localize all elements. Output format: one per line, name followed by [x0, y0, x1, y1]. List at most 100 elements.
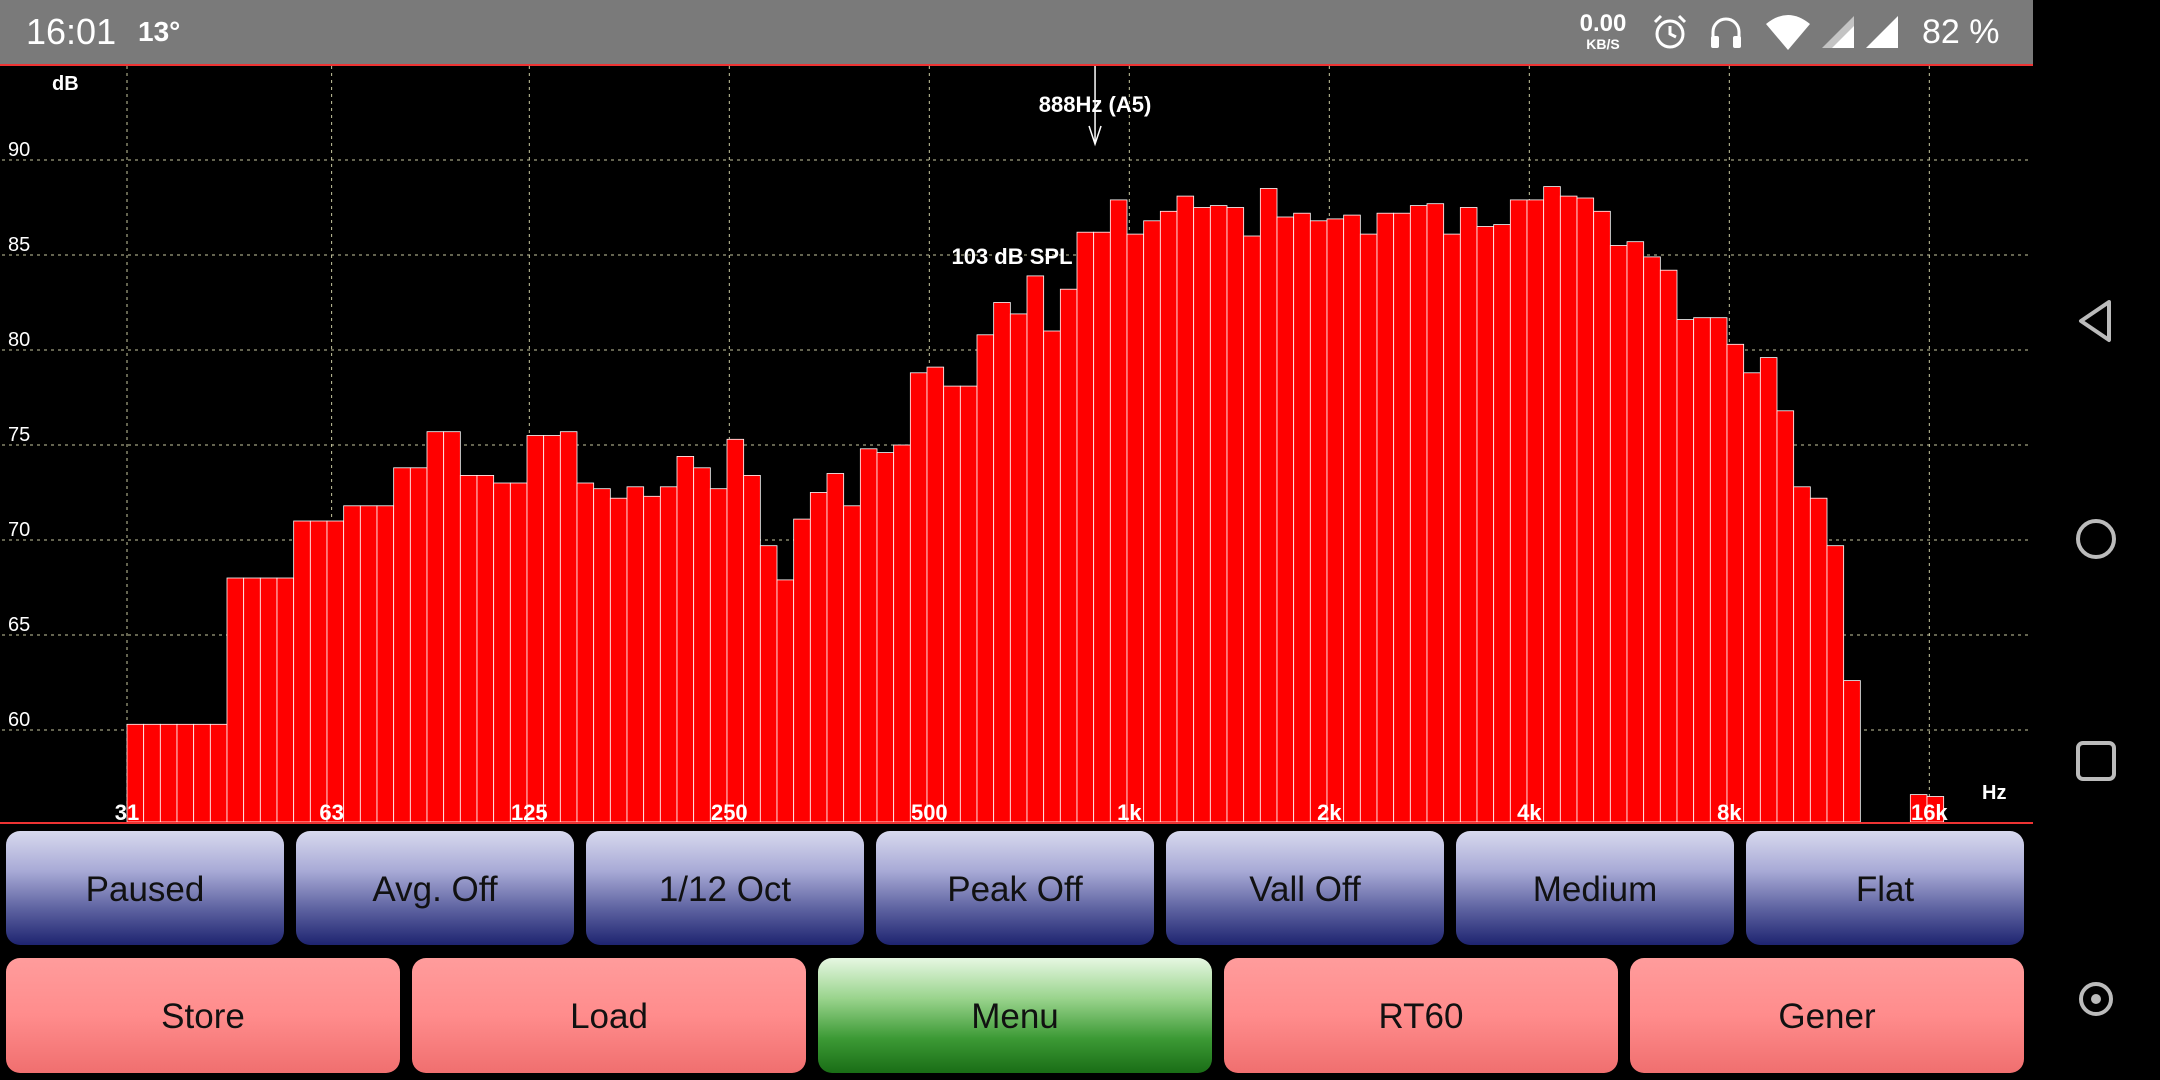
status-bar: 16:01 13° 0.00 KB/S 82 %: [0, 0, 2033, 64]
spectrum-bar: [1209, 205, 1228, 822]
wifi-icon: [1766, 15, 1810, 50]
generator-button[interactable]: Gener: [1630, 958, 2024, 1073]
back-icon[interactable]: [2071, 296, 2121, 346]
spectrum-bar: [809, 492, 828, 822]
spectrum-bar: [926, 366, 945, 822]
spectrum-bar: [876, 452, 895, 822]
spectrum-bar: [143, 723, 161, 822]
spectrum-bar: [459, 474, 478, 822]
spectrum-bar: [976, 334, 995, 822]
spectrum-bar: [609, 497, 628, 822]
spectrum-bar: [1276, 216, 1295, 822]
battery-percent: 82 %: [1922, 13, 2000, 51]
spectrum-bar: [559, 431, 578, 822]
store-button[interactable]: Store: [6, 958, 400, 1073]
octave-resolution-button[interactable]: 1/12 Oct: [586, 831, 864, 945]
spectrum-bar: [593, 488, 611, 822]
spectrum-bar: [426, 431, 445, 822]
net-speed-unit: KB/S: [1586, 36, 1620, 52]
spectrum-bar: [759, 545, 778, 822]
spectrum-bar: [493, 482, 511, 822]
spectrum-bar: [226, 577, 245, 822]
spectrum-bar: [793, 518, 811, 822]
y-tick-label: 75: [8, 424, 30, 446]
spectrum-bar: [1659, 269, 1678, 822]
alarm-icon: [1653, 14, 1687, 49]
spectrum-bar: [443, 431, 461, 822]
x-tick-label: 16k: [1911, 800, 1948, 822]
spectrum-bar: [1559, 195, 1578, 822]
spectrum-bar: [1243, 235, 1261, 822]
spectrum-bar: [676, 455, 695, 822]
x-tick-label: 250: [711, 800, 748, 822]
spectrum-bar: [1076, 231, 1095, 822]
spectrum-bar: [959, 385, 978, 822]
spectrum-bar: [626, 486, 645, 822]
spectrum-bar: [1109, 199, 1128, 822]
x-tick-label: 500: [911, 800, 948, 822]
spectrum-bar: [1726, 343, 1745, 822]
spectrum-bar: [1793, 486, 1811, 822]
spectrum-bar: [1693, 317, 1711, 822]
spectrum-bar: [1059, 288, 1078, 822]
x-tick-label: 4k: [1517, 800, 1542, 822]
x-tick-label: 8k: [1717, 800, 1742, 822]
spectrum-bar: [859, 448, 878, 822]
x-tick-label: 1k: [1117, 800, 1142, 822]
spectrum-bar: [1676, 319, 1695, 822]
spectrum-bar: [1359, 233, 1378, 822]
y-tick-label: 80: [8, 329, 30, 351]
y-axis-unit-label: dB: [52, 73, 79, 95]
spectrum-bar: [1226, 207, 1245, 822]
net-speed-value: 0.00: [1579, 10, 1627, 37]
spectrum-bar: [1409, 205, 1428, 822]
spectrum-bar: [476, 474, 495, 822]
valley-toggle-button[interactable]: Vall Off: [1166, 831, 1444, 945]
spectrum-bar: [1709, 317, 1728, 822]
x-tick-label: 31: [115, 800, 139, 822]
load-button[interactable]: Load: [412, 958, 806, 1073]
spectrum-bar: [1576, 197, 1595, 822]
status-temperature: 13°: [138, 16, 181, 47]
speed-button[interactable]: Medium: [1456, 831, 1734, 945]
average-toggle-button[interactable]: Avg. Off: [296, 831, 574, 945]
spectrum-bar: [543, 435, 561, 822]
spectrum-bar: [209, 723, 228, 822]
weighting-button[interactable]: Flat: [1746, 831, 2024, 945]
spectrum-bar: [1176, 195, 1195, 822]
signal-icon: [1822, 16, 1854, 48]
recents-icon[interactable]: [2071, 736, 2121, 786]
spectrum-chart-svg: 60 65 70 75 80 85 90 31 63 125 250 500 1k 2k 4k 8k 16k dB…: [2, 66, 2031, 822]
spectrum-bar: [1376, 212, 1395, 822]
spectrum-bar: [1593, 210, 1611, 822]
menu-button[interactable]: Menu: [818, 958, 1212, 1073]
peak-toggle-button[interactable]: Peak Off: [876, 831, 1154, 945]
spectrum-bar: [259, 577, 278, 822]
spectrum-bar: [326, 520, 345, 822]
y-tick-label: 70: [8, 519, 30, 541]
spectrum-bar: [1443, 233, 1461, 822]
status-time: 16:01: [26, 11, 117, 52]
navigation-bar: [2033, 0, 2160, 1080]
spectrum-bar: [726, 438, 745, 822]
spectrum-chart[interactable]: 60 65 70 75 80 85 90 31 63 125 250 500 1k 2k 4k 8k 16k dB…: [0, 64, 2033, 824]
spectrum-bar: [1526, 199, 1545, 822]
spectrum-bar: [576, 482, 595, 822]
spectrum-bar: [659, 486, 678, 822]
spectrum-bar: [1493, 224, 1511, 822]
pause-toggle-button[interactable]: Paused: [6, 831, 284, 945]
spectrum-bar: [1509, 199, 1528, 822]
spectrum-bar: [1776, 410, 1795, 822]
spectrum-bar: [1009, 313, 1028, 822]
home-icon[interactable]: [2071, 514, 2121, 564]
spectrum-bar: [643, 495, 661, 822]
spectrum-bar: [1476, 226, 1495, 822]
spectrum-bar: [826, 473, 845, 822]
spectrum-bar: [1609, 245, 1628, 822]
spectrum-bar: [709, 488, 728, 822]
net-speed-indicator: 0.00 KB/S: [1578, 10, 1628, 54]
rt60-button[interactable]: RT60: [1224, 958, 1618, 1073]
spectrum-bar: [1826, 545, 1845, 822]
assistant-icon[interactable]: [2071, 974, 2121, 1024]
spectrum-bar: [1343, 214, 1361, 822]
